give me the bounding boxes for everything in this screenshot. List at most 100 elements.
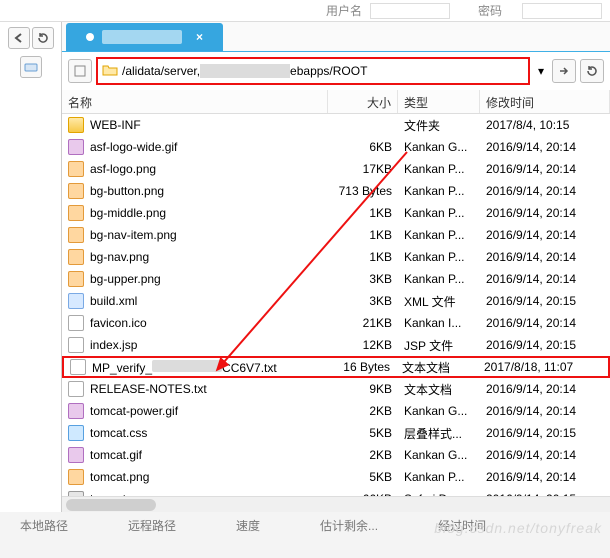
png-file-icon: [68, 183, 84, 199]
file-type-cell: Kankan P...: [398, 160, 480, 178]
file-row[interactable]: bg-middle.png1KBKankan P...2016/9/14, 20…: [62, 202, 610, 224]
file-type-cell: Kankan P...: [398, 468, 480, 486]
col-type[interactable]: 类型: [398, 90, 480, 113]
go-button[interactable]: [552, 59, 576, 83]
horizontal-scrollbar[interactable]: [62, 496, 610, 512]
file-name-cell: tomcat.svg: [62, 489, 328, 496]
file-type-cell: Kankan P...: [398, 270, 480, 288]
file-size-cell: 5KB: [328, 468, 398, 486]
file-mod-cell: 2017/8/4, 10:15: [480, 116, 610, 134]
status-local: 本地路径: [20, 517, 68, 534]
file-size-cell: 2KB: [328, 402, 398, 420]
scrollbar-thumb[interactable]: [66, 499, 156, 511]
file-row[interactable]: MP_verify_CC6V7.txt16 Bytes文本文档2017/8/18…: [62, 356, 610, 378]
file-row[interactable]: build.xml3KBXML 文件2016/9/14, 20:15: [62, 290, 610, 312]
col-size[interactable]: 大小: [328, 90, 398, 113]
xml-file-icon: [68, 293, 84, 309]
txt-file-icon: [68, 381, 84, 397]
file-size-cell: 9KB: [328, 380, 398, 398]
file-name-cell: favicon.ico: [62, 313, 328, 333]
status-speed: 速度: [236, 517, 260, 534]
active-tab[interactable]: ×: [66, 23, 223, 51]
file-row[interactable]: bg-upper.png3KBKankan P...2016/9/14, 20:…: [62, 268, 610, 290]
gif-file-icon: [68, 139, 84, 155]
file-row[interactable]: WEB-INF文件夹2017/8/4, 10:15: [62, 114, 610, 136]
file-name-label: bg-button.png: [90, 184, 164, 198]
file-name-label: tomcat.gif: [90, 448, 142, 462]
top-credentials-bar: 用户名 密码: [0, 0, 610, 22]
file-name-label: tomcat.png: [90, 470, 149, 484]
file-mod-cell: 2016/9/14, 20:14: [480, 160, 610, 178]
file-list: WEB-INF文件夹2017/8/4, 10:15asf-logo-wide.g…: [62, 114, 610, 496]
file-type-cell: JSP 文件: [398, 335, 480, 356]
file-mod-cell: 2016/9/14, 20:14: [480, 270, 610, 288]
file-row[interactable]: favicon.ico21KBKankan I...2016/9/14, 20:…: [62, 312, 610, 334]
file-size-cell: 6KB: [328, 138, 398, 156]
file-row[interactable]: tomcat.css5KB层叠样式...2016/9/14, 20:15: [62, 422, 610, 444]
file-mod-cell: 2016/9/14, 20:15: [480, 292, 610, 310]
file-name-label: bg-nav.png: [90, 250, 149, 264]
file-size-cell: 5KB: [328, 424, 398, 442]
file-type-cell: Kankan G...: [398, 402, 480, 420]
file-row[interactable]: tomcat.gif2KBKankan G...2016/9/14, 20:14: [62, 444, 610, 466]
file-size-cell: 21KB: [328, 314, 398, 332]
file-row[interactable]: tomcat.png 5KBKankan P...2016/9/14, 20:14: [62, 466, 610, 488]
file-row[interactable]: asf-logo-wide.gif6KBKankan G...2016/9/14…: [62, 136, 610, 158]
file-name-label: tomcat.css: [90, 426, 147, 440]
file-type-cell: Kankan G...: [398, 446, 480, 464]
file-row[interactable]: asf-logo.png 17KBKankan P...2016/9/14, 20…: [62, 158, 610, 180]
gif-file-icon: [68, 447, 84, 463]
file-mod-cell: 2016/9/14, 20:14: [480, 138, 610, 156]
file-name-cell: index.jsp: [62, 335, 328, 355]
address-bar[interactable]: /alidata/server,ebapps/ROOT: [96, 57, 530, 85]
left-toolbar: [0, 22, 62, 512]
tab-bar: ×: [62, 22, 610, 52]
file-type-cell: Kankan P...: [398, 248, 480, 266]
file-mod-cell: 2016/9/14, 20:14: [480, 182, 610, 200]
file-name-cell: bg-nav-item.png: [62, 225, 328, 245]
png-file-icon: [68, 249, 84, 265]
status-remote: 远程路径: [128, 517, 176, 534]
file-size-cell: 12KB: [328, 336, 398, 354]
file-row[interactable]: bg-nav.png1KBKankan P...2016/9/14, 20:14: [62, 246, 610, 268]
file-size-cell: [328, 123, 398, 127]
file-row[interactable]: bg-button.png713 BytesKankan P...2016/9/…: [62, 180, 610, 202]
file-size-cell: 1KB: [328, 248, 398, 266]
png-file-icon: [68, 161, 84, 177]
file-mod-cell: 2016/9/14, 20:14: [480, 446, 610, 464]
file-mod-cell: 2016/9/14, 20:14: [480, 226, 610, 244]
file-name-cell: tomcat-power.gif: [62, 401, 328, 421]
nav-back-button[interactable]: [8, 27, 30, 49]
checkbox-icon[interactable]: [68, 59, 92, 83]
file-name-cell: asf-logo-wide.gif: [62, 137, 328, 157]
col-modified[interactable]: 修改时间: [480, 90, 610, 113]
file-mod-cell: 2016/9/14, 20:14: [480, 468, 610, 486]
password-input[interactable]: [522, 3, 602, 19]
file-name-label: build.xml: [90, 294, 137, 308]
file-mod-cell: 2016/9/14, 20:14: [480, 314, 610, 332]
file-row[interactable]: index.jsp12KBJSP 文件2016/9/14, 20:15: [62, 334, 610, 356]
username-input[interactable]: [370, 3, 450, 19]
file-row[interactable]: tomcat.svg66KBSafari Do...2016/9/14, 20:…: [62, 488, 610, 496]
file-size-cell: 17KB: [328, 160, 398, 178]
watermark: blog.csdn.net/tonyfreak: [434, 520, 602, 536]
tab-close-icon[interactable]: ×: [196, 30, 203, 44]
file-name-cell: tomcat.gif: [62, 445, 328, 465]
nav-refresh-button[interactable]: [32, 27, 54, 49]
status-remain: 估计剩余...: [320, 517, 378, 534]
drive-icon[interactable]: [20, 56, 42, 78]
file-name-cell: MP_verify_CC6V7.txt: [64, 359, 326, 375]
address-dropdown-icon[interactable]: ▾: [534, 64, 548, 78]
file-size-cell: 1KB: [328, 204, 398, 222]
file-row[interactable]: tomcat-power.gif2KBKankan G...2016/9/14,…: [62, 400, 610, 422]
refresh-button[interactable]: [580, 59, 604, 83]
file-type-cell: 文件夹: [398, 115, 480, 136]
file-row[interactable]: RELEASE-NOTES.txt9KB文本文档2016/9/14, 20:14: [62, 378, 610, 400]
address-obscured: [200, 64, 290, 78]
file-row[interactable]: bg-nav-item.png1KBKankan P...2016/9/14, …: [62, 224, 610, 246]
file-size-cell: 3KB: [328, 270, 398, 288]
col-name[interactable]: 名称: [62, 90, 328, 113]
file-name-label: bg-nav-item.png: [90, 228, 177, 242]
file-name-label: asf-logo.png: [90, 162, 156, 176]
ico-file-icon: [68, 315, 84, 331]
